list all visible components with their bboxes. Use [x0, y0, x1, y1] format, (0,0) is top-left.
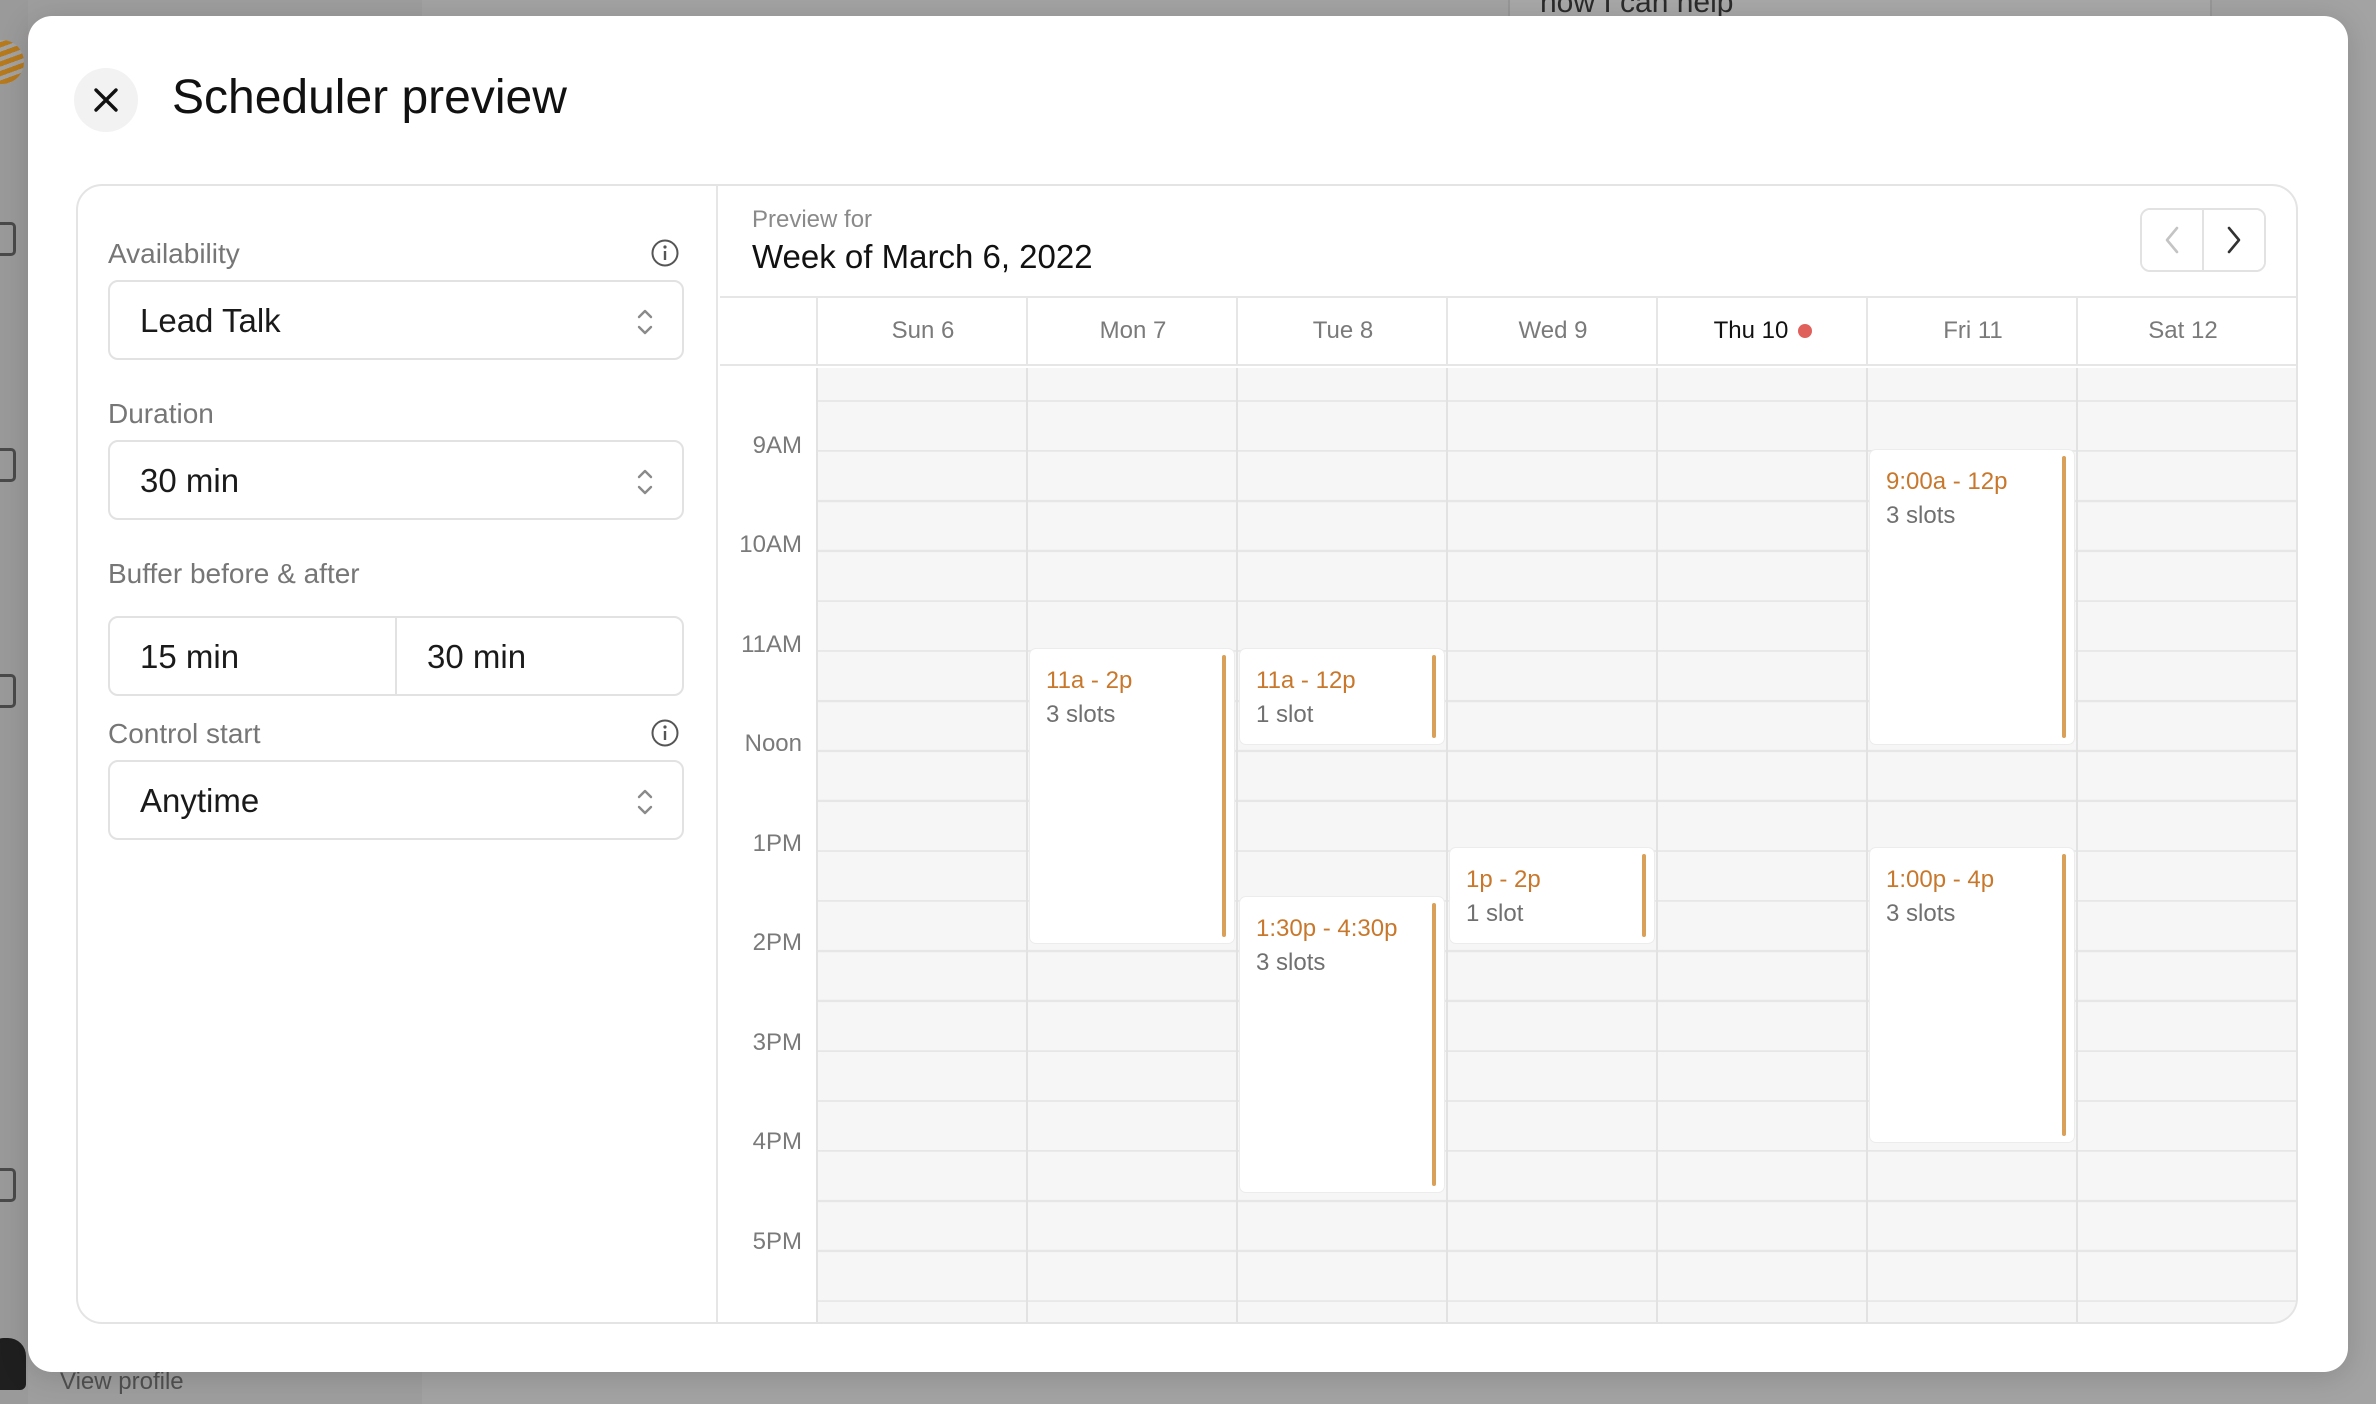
availability-block[interactable]: 1:30p - 4:30p 3 slots [1240, 897, 1444, 1192]
buffer-label: Buffer before & after [108, 558, 360, 589]
preview-for-label: Preview for [752, 206, 873, 233]
event-slots: 1 slot [1256, 700, 1314, 728]
buffer-before-value: 15 min [140, 638, 240, 675]
control-start-value: Anytime [140, 782, 260, 819]
today-dot-icon [1798, 324, 1813, 338]
time-label: 3PM [752, 1028, 802, 1056]
day-header-4: Thu 10 [1656, 298, 1868, 364]
bg-doc-icon [0, 1168, 16, 1202]
calendar-grid: 11a - 2p 3 slots 11a - 12p 1 slot 1:30p - 4:… [816, 368, 2296, 1322]
event-slots: 3 slots [1256, 949, 1326, 977]
grid-column-line [2076, 368, 2078, 1322]
event-accent-bar [1432, 903, 1436, 1186]
close-button[interactable] [74, 68, 138, 132]
chevron-right-icon [2227, 226, 2241, 254]
day-header-3: Wed 9 [1446, 298, 1658, 364]
control-start-select[interactable]: Anytime [108, 760, 684, 840]
day-header-1: Mon 7 [1026, 298, 1238, 364]
week-nav [2140, 208, 2266, 272]
day-header-0: Sun 6 [816, 298, 1028, 364]
event-accent-bar [2062, 455, 2066, 739]
day-label: Tue 8 [1312, 317, 1374, 344]
grid-column-line [1656, 368, 1658, 1322]
updown-chevron-icon [637, 469, 653, 495]
updown-chevron-icon [637, 309, 653, 335]
day-label: Sun 6 [891, 317, 955, 344]
bg-box-icon [0, 674, 16, 708]
time-label: 11AM [741, 630, 802, 658]
event-accent-bar [1432, 654, 1436, 739]
availability-block[interactable]: 1:00p - 4p 3 slots [1870, 847, 2074, 1143]
time-label: 9AM [752, 431, 802, 459]
event-time: 11a - 12p [1256, 666, 1356, 694]
buffer-input-group: 15 min 30 min [108, 616, 684, 696]
event-slots: 1 slot [1466, 899, 1524, 927]
buffer-before-field[interactable]: 15 min [110, 618, 395, 694]
availability-label: Availability [108, 238, 240, 269]
time-label: 4PM [752, 1128, 802, 1156]
week-calendar: Preview for Week of March 6, 2022 Sun 6 … [720, 186, 2296, 1322]
info-icon[interactable] [650, 718, 680, 748]
event-time: 1:00p - 4p [1886, 865, 1995, 893]
time-label: 2PM [752, 929, 802, 957]
day-label: Wed 9 [1518, 317, 1588, 344]
info-icon[interactable] [650, 238, 680, 268]
calendar-header: Preview for Week of March 6, 2022 [720, 186, 2296, 298]
event-slots: 3 slots [1046, 700, 1116, 728]
scheduler-preview-modal: Scheduler preview Availability Lead Talk… [28, 16, 2348, 1372]
day-label: Fri 11 [1943, 317, 2003, 344]
event-time: 9:00a - 12p [1886, 467, 2008, 495]
availability-block[interactable]: 9:00a - 12p 3 slots [1870, 449, 2074, 745]
grid-column-line [816, 368, 818, 1322]
bg-view-profile-link: View profile [60, 1368, 184, 1395]
day-label: Sat 12 [2148, 317, 2218, 344]
day-header-5: Fri 11 [1866, 298, 2078, 364]
availability-block[interactable]: 11a - 12p 1 slot [1240, 648, 1444, 745]
event-accent-bar [1642, 853, 1646, 938]
chevron-left-icon [2165, 226, 2179, 254]
grid-column-line [1446, 368, 1448, 1322]
bg-calendar-icon [0, 222, 16, 256]
updown-chevron-icon [637, 789, 653, 815]
duration-select[interactable]: 30 min [108, 440, 684, 520]
settings-form: Availability Lead Talk Duration 30 min B… [78, 186, 718, 1322]
time-gutter: 9AM 10AM 11AM Noon 1PM 2PM 3PM 4PM 5PM [720, 368, 816, 1322]
grid-column-line [1236, 368, 1238, 1322]
day-header-row: Sun 6 Mon 7 Tue 8 Wed 9 Thu 10 Fri 11 Sat 12 [720, 298, 2296, 366]
availability-select[interactable]: Lead Talk [108, 280, 684, 360]
availability-block[interactable]: 11a - 2p 3 slots [1030, 648, 1234, 944]
close-icon [94, 88, 118, 112]
time-label: Noon [744, 730, 802, 758]
day-label: Thu 10 [1713, 317, 1789, 344]
event-time: 1:30p - 4:30p [1256, 915, 1398, 943]
buffer-after-value: 30 min [427, 638, 527, 675]
previous-week-button[interactable] [2142, 210, 2202, 270]
time-label: 1PM [752, 829, 802, 857]
duration-value: 30 min [140, 462, 240, 499]
day-label: Mon 7 [1099, 317, 1167, 344]
bg-avatar [0, 1338, 26, 1390]
duration-label: Duration [108, 398, 214, 429]
event-accent-bar [2062, 853, 2066, 1137]
grid-column-line [1866, 368, 1868, 1322]
grid-column-line [1026, 368, 1028, 1322]
event-time: 11a - 2p [1046, 666, 1133, 694]
bg-card-icon [0, 448, 16, 482]
availability-block[interactable]: 1p - 2p 1 slot [1450, 847, 1654, 944]
time-label: 10AM [739, 531, 802, 559]
event-accent-bar [1222, 654, 1226, 938]
event-slots: 3 slots [1886, 899, 1956, 927]
availability-value: Lead Talk [140, 302, 281, 339]
event-slots: 3 slots [1886, 501, 1956, 529]
control-start-label: Control start [108, 718, 261, 749]
event-time: 1p - 2p [1466, 865, 1541, 893]
modal-title: Scheduler preview [172, 71, 567, 124]
buffer-after-field[interactable]: 30 min [395, 618, 682, 694]
day-header-6: Sat 12 [2076, 298, 2288, 364]
time-label: 5PM [752, 1227, 802, 1255]
next-week-button[interactable] [2202, 210, 2264, 270]
day-header-2: Tue 8 [1236, 298, 1448, 364]
week-title: Week of March 6, 2022 [752, 238, 1093, 275]
scheduler-card: Availability Lead Talk Duration 30 min B… [76, 184, 2298, 1324]
